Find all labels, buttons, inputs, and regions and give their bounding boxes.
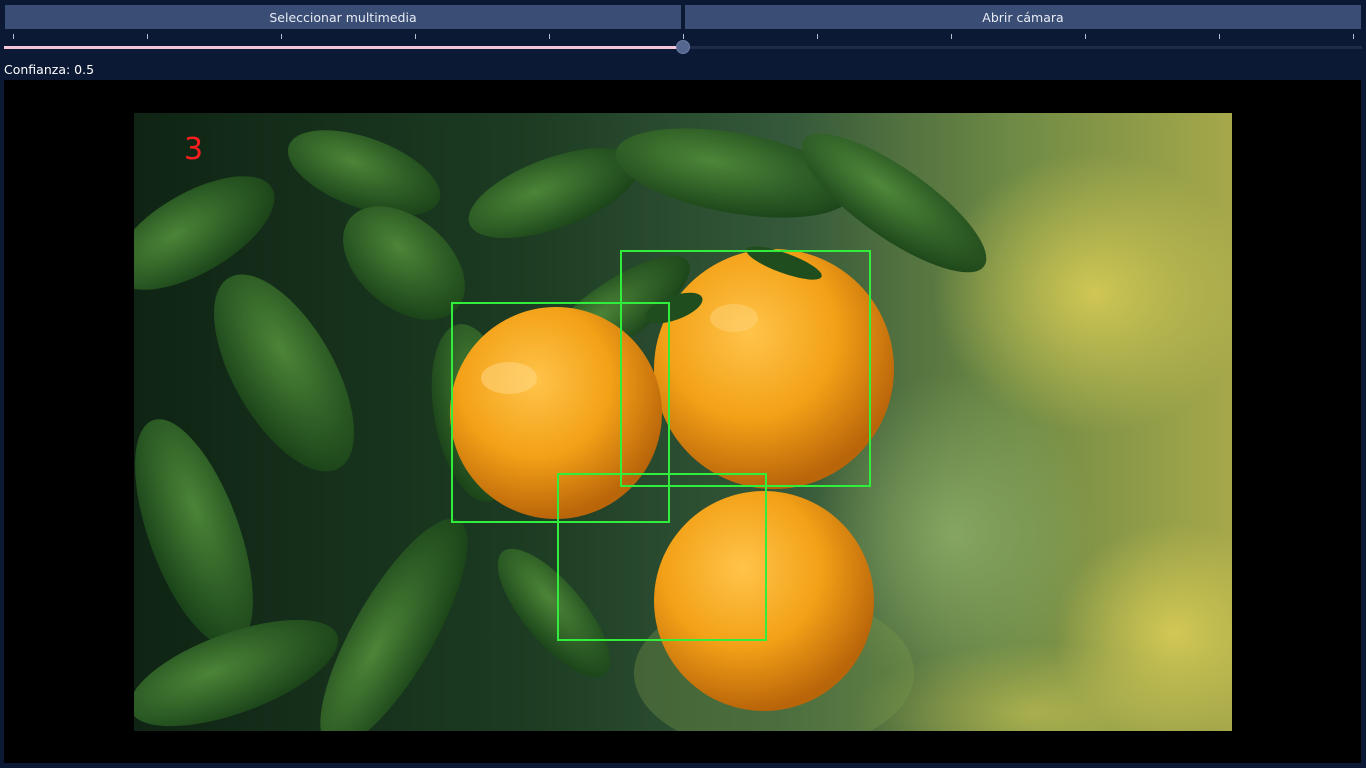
slider-tick: [147, 34, 148, 39]
video-frame: 3: [134, 113, 1232, 731]
slider-tick: [13, 34, 14, 39]
slider-tick: [1085, 34, 1086, 39]
slider-tick: [683, 34, 684, 39]
slider-tick: [1219, 34, 1220, 39]
detection-count: 3: [184, 132, 204, 167]
slider-thumb[interactable]: [676, 40, 690, 54]
open-camera-button[interactable]: Abrir cámara: [685, 5, 1361, 29]
confidence-label: Confianza: 0.5: [4, 62, 95, 77]
slider-tick: [1353, 34, 1354, 39]
media-viewer: 3: [4, 80, 1361, 763]
slider-tick: [415, 34, 416, 39]
select-media-button[interactable]: Seleccionar multimedia: [5, 5, 681, 29]
slider-fill: [4, 46, 683, 49]
slider-tick: [817, 34, 818, 39]
confidence-slider[interactable]: [0, 32, 1366, 54]
detection-box: [620, 250, 871, 487]
detection-box: [557, 473, 767, 641]
slider-tick: [281, 34, 282, 39]
toolbar: Seleccionar multimedia Abrir cámara: [0, 0, 1366, 32]
slider-tick: [549, 34, 550, 39]
slider-tick: [951, 34, 952, 39]
